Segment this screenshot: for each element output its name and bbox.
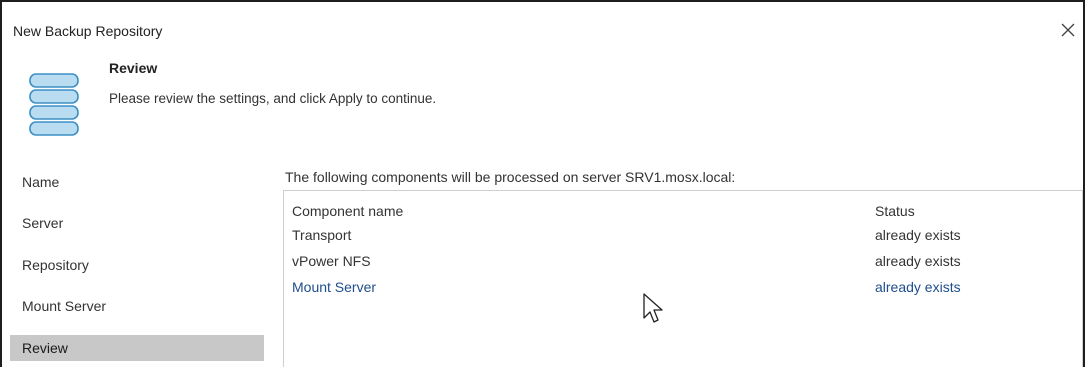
component-name: Transport xyxy=(292,227,352,243)
close-icon xyxy=(1061,23,1075,37)
window-title: New Backup Repository xyxy=(13,23,163,39)
nav-item-name[interactable]: Name xyxy=(10,169,264,195)
nav-item-mount-server[interactable]: Mount Server xyxy=(10,293,264,319)
nav-item-review[interactable]: Review xyxy=(10,335,264,361)
components-intro: The following components will be process… xyxy=(285,169,736,185)
column-header-component[interactable]: Component name xyxy=(292,203,403,219)
nav-item-server[interactable]: Server xyxy=(10,210,264,236)
step-title: Review xyxy=(109,60,158,76)
close-button[interactable] xyxy=(1057,19,1079,41)
database-icon xyxy=(24,68,84,138)
table-row[interactable]: Mount Server already exists xyxy=(284,275,1082,301)
component-name: Mount Server xyxy=(292,279,377,295)
dialog-window: New Backup Repository Review Please revi… xyxy=(0,0,1085,367)
column-header-status[interactable]: Status xyxy=(875,203,915,219)
component-status: already exists xyxy=(875,279,961,295)
component-status: already exists xyxy=(875,227,961,243)
table-row[interactable]: Transport already exists xyxy=(284,223,1082,249)
table-row[interactable]: vPower NFS already exists xyxy=(284,249,1082,275)
nav-item-repository[interactable]: Repository xyxy=(10,252,264,278)
component-name: vPower NFS xyxy=(292,253,371,269)
components-table: Component name Status Transport already … xyxy=(283,190,1083,367)
step-description: Please review the settings, and click Ap… xyxy=(109,91,437,106)
component-status: already exists xyxy=(875,253,961,269)
mouse-pointer-icon xyxy=(642,292,664,326)
